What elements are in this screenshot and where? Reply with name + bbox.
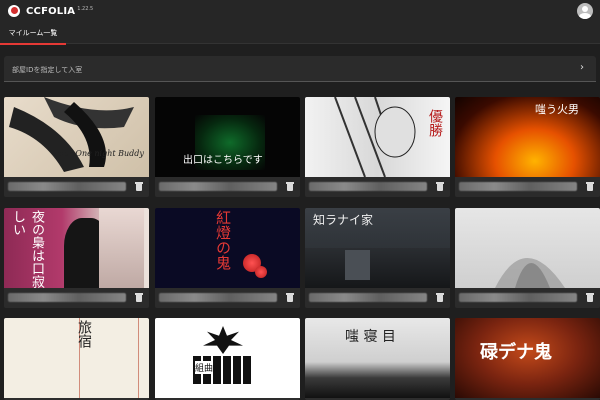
room-thumbnail[interactable]: 知ラナイ家 bbox=[305, 208, 450, 288]
room-meta bbox=[455, 288, 600, 308]
room-meta bbox=[155, 177, 300, 197]
account-avatar-icon[interactable] bbox=[577, 3, 593, 19]
room-thumbnail[interactable]: 夜の梟は口寂しい bbox=[4, 208, 149, 288]
room-card[interactable]: 碌デナ鬼 bbox=[455, 318, 600, 400]
thumbnail-title: 知ラナイ家 bbox=[313, 213, 374, 227]
tab-bar: マイルーム一覧 bbox=[0, 22, 600, 45]
room-meta bbox=[305, 177, 450, 197]
room-meta bbox=[305, 288, 450, 308]
trash-icon[interactable] bbox=[586, 292, 594, 303]
room-thumbnail[interactable]: 碌デナ鬼 bbox=[455, 318, 600, 398]
room-card[interactable]: 知ラナイ家 bbox=[305, 208, 450, 308]
room-thumbnail[interactable]: 紅燈の鬼 bbox=[155, 208, 300, 288]
room-name-blurred bbox=[309, 182, 427, 191]
room-card[interactable] bbox=[455, 208, 600, 308]
room-id-placeholder: 部屋IDを指定して入室 bbox=[12, 66, 83, 74]
trash-icon[interactable] bbox=[586, 181, 594, 192]
thumbnail-title: 夜の梟は口寂しい bbox=[10, 210, 44, 288]
ccfolia-logo-icon[interactable] bbox=[8, 5, 20, 17]
thumbnail-title: 碌デナ鬼 bbox=[480, 342, 552, 363]
room-card[interactable]: 嗤 寝 目 bbox=[305, 318, 450, 400]
thumbnail-title: 優勝 bbox=[427, 109, 443, 137]
room-name-blurred bbox=[159, 293, 277, 302]
tab-my-rooms[interactable]: マイルーム一覧 bbox=[0, 22, 66, 45]
room-card[interactable]: Pour One night Buddy bbox=[4, 97, 149, 197]
room-name-blurred bbox=[459, 293, 577, 302]
trash-icon[interactable] bbox=[436, 181, 444, 192]
room-thumbnail[interactable] bbox=[455, 208, 600, 288]
room-name-blurred bbox=[8, 182, 126, 191]
thumbnail-title: 旅宿 bbox=[76, 320, 92, 348]
room-name-blurred bbox=[8, 293, 126, 302]
thumbnail-title: 紅燈の鬼 bbox=[214, 210, 232, 270]
room-card[interactable]: 夜の梟は口寂しい bbox=[4, 208, 149, 308]
room-meta bbox=[4, 288, 149, 308]
trash-icon[interactable] bbox=[286, 181, 294, 192]
trash-icon[interactable] bbox=[135, 181, 143, 192]
thumbnail-title: 出口はこちらです bbox=[183, 155, 263, 166]
brand-name[interactable]: CCFOLIA bbox=[26, 6, 75, 17]
room-card[interactable]: 出口はこちらです bbox=[155, 97, 300, 197]
room-meta bbox=[455, 177, 600, 197]
room-name-blurred bbox=[159, 182, 277, 191]
thumbnail-title: 組曲 bbox=[195, 361, 214, 374]
room-meta bbox=[155, 288, 300, 308]
app-version: 1.22.5 bbox=[77, 6, 94, 12]
room-card[interactable]: 優勝 bbox=[305, 97, 450, 197]
room-card[interactable]: 旅宿 bbox=[4, 318, 149, 400]
room-card[interactable]: 嗤う火男 bbox=[455, 97, 600, 197]
thumbnail-title: 嗤 寝 目 bbox=[345, 329, 396, 345]
room-id-input[interactable]: 部屋IDを指定して入室 › bbox=[4, 56, 596, 82]
app-bar: CCFOLIA 1.22.5 bbox=[0, 0, 600, 22]
room-thumbnail[interactable]: 嗤う火男 bbox=[455, 97, 600, 177]
room-thumbnail[interactable]: 嗤 寝 目 bbox=[305, 318, 450, 398]
room-card[interactable]: 紅燈の鬼 bbox=[155, 208, 300, 308]
trash-icon[interactable] bbox=[286, 292, 294, 303]
room-name-blurred bbox=[459, 182, 577, 191]
tab-label: マイルーム一覧 bbox=[8, 29, 58, 37]
trash-icon[interactable] bbox=[436, 292, 444, 303]
room-thumbnail[interactable]: 出口はこちらです bbox=[155, 97, 300, 177]
thumbnail-title: Pour One night Buddy bbox=[54, 149, 144, 158]
chevron-right-icon[interactable]: › bbox=[580, 62, 584, 73]
room-thumbnail[interactable]: 組曲 bbox=[155, 318, 300, 398]
trash-icon[interactable] bbox=[135, 292, 143, 303]
thumbnail-title: 嗤う火男 bbox=[535, 103, 579, 116]
room-name-blurred bbox=[309, 293, 427, 302]
room-meta bbox=[4, 177, 149, 197]
room-card[interactable]: 組曲 bbox=[155, 318, 300, 400]
room-thumbnail[interactable]: 旅宿 bbox=[4, 318, 149, 398]
room-thumbnail[interactable]: Pour One night Buddy bbox=[4, 97, 149, 177]
room-thumbnail[interactable]: 優勝 bbox=[305, 97, 450, 177]
tab-indicator bbox=[0, 43, 66, 45]
